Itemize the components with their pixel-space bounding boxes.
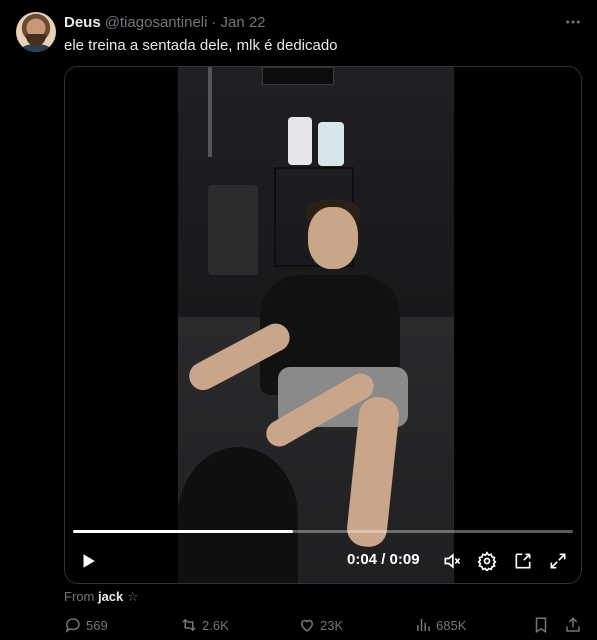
video-sign [262,67,334,85]
star-icon: ☆ [126,589,139,604]
picture-in-picture-icon [515,553,531,569]
video-progress-fill [73,530,293,533]
video-bottle [288,117,312,165]
views-icon [417,619,430,631]
fullscreen-icon [550,553,566,569]
views-count: 685K [436,617,467,633]
settings-button[interactable] [472,543,502,579]
retweet-icon [182,618,196,632]
share-icon [566,617,580,632]
tweet-header: Deus @tiagosantineli · Jan 22 [64,12,266,32]
separator: · [211,13,217,31]
reply-count: 569 [86,617,108,633]
author-name[interactable]: Deus [64,14,101,31]
heart-icon [300,619,314,632]
video-bin [208,185,258,275]
more-options-button[interactable] [563,12,583,32]
tweet: Deus @tiagosantineli · Jan 22 ele treina… [0,0,597,640]
gear-icon [477,551,497,571]
play-button[interactable] [73,543,103,579]
tweet-text: ele treina a sentada dele, mlk é dedicad… [64,37,338,54]
pip-button[interactable] [508,543,538,579]
video-frame [178,67,454,583]
avatar[interactable] [16,12,56,52]
from-attribution: From jack ☆ [64,589,139,605]
share-button[interactable] [564,616,582,634]
like-button[interactable]: 23K [298,616,343,634]
views-button[interactable]: 685K [414,616,466,634]
reply-icon [65,618,80,633]
video-chain [208,67,212,157]
video-person-head [308,207,358,269]
from-label: From [64,589,95,604]
video-time: 0:04 / 0:09 [347,551,420,568]
fullscreen-button[interactable] [543,543,573,579]
mute-icon [444,553,461,569]
video-bottle-2 [318,122,344,166]
bookmark-button[interactable] [532,616,550,634]
video-player[interactable]: 0:04 / 0:09 [64,66,582,584]
retweet-count: 2.6K [202,617,229,633]
retweet-button[interactable]: 2.6K [180,616,229,634]
video-controls: 0:04 / 0:09 [65,543,581,579]
tweet-date[interactable]: Jan 22 [220,14,265,31]
play-icon [83,554,95,568]
video-progress-bar[interactable] [73,530,573,533]
author-handle[interactable]: @tiagosantineli [105,14,208,31]
mute-button[interactable] [437,543,467,579]
tweet-actions: 569 2.6K 23K 685K [64,616,586,638]
more-dots-icon [566,20,580,24]
like-count: 23K [320,617,344,633]
reply-button[interactable]: 569 [64,616,108,634]
from-user[interactable]: jack [98,589,123,604]
bookmark-icon [535,617,547,634]
